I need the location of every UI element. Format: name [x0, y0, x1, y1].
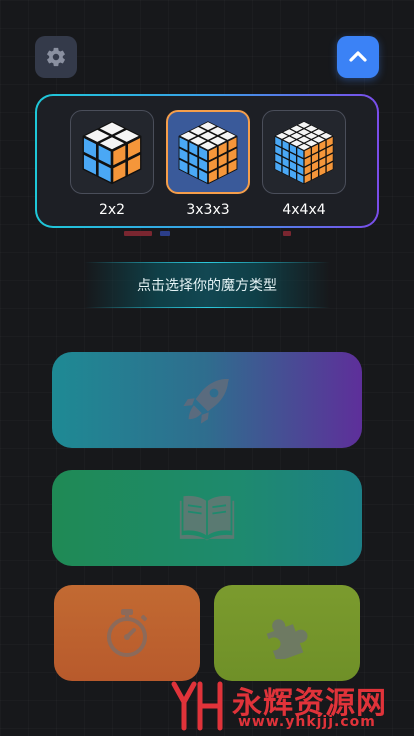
stopwatch-icon [107, 609, 148, 657]
puzzle-piece-icon [266, 619, 308, 659]
watermark-logo [171, 681, 223, 731]
timer-button[interactable] [54, 585, 200, 681]
play-button[interactable] [52, 352, 362, 448]
settings-button[interactable] [35, 36, 77, 78]
cube-option-2x2[interactable] [70, 110, 154, 194]
collapse-button[interactable] [337, 36, 379, 78]
gear-icon [47, 47, 65, 67]
cube-option-4x4x4[interactable] [262, 110, 346, 194]
rocket-icon [183, 379, 229, 424]
decor-strip [160, 231, 170, 236]
select-cube-hint: 点击选择你的魔方类型 [84, 262, 330, 308]
puzzle-button[interactable] [214, 585, 360, 681]
cube-option-4x4x4-label: 4x4x4 [282, 202, 326, 218]
cube-3x3x3-icon [178, 121, 238, 185]
watermark: 永辉资源网 www.yhkjjj.com [168, 676, 414, 734]
cube-type-picker: 2x2 3x3x3 4x4x4 [35, 94, 379, 228]
decor-strip [124, 231, 152, 236]
book-icon [179, 495, 235, 541]
cube-option-2x2-label: 2x2 [98, 202, 126, 218]
cube-2x2-icon [82, 121, 142, 185]
cube-option-3x3x3[interactable] [166, 110, 250, 194]
chevron-up-icon [349, 51, 367, 62]
watermark-url: www.yhkjjj.com [238, 714, 376, 730]
cube-option-3x3x3-label: 3x3x3 [186, 202, 230, 218]
decor-strip [283, 231, 291, 236]
learn-button[interactable] [52, 470, 362, 566]
cube-4x4x4-icon [274, 121, 334, 185]
cube-type-picker-panel: 2x2 3x3x3 4x4x4 [37, 96, 377, 226]
